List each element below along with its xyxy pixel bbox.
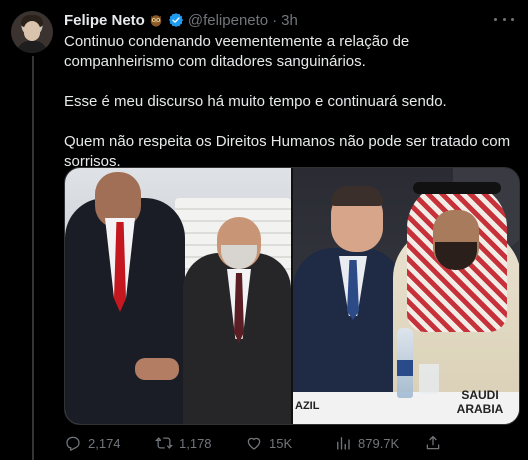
share-icon <box>426 435 440 450</box>
owl-emoji-icon <box>149 13 164 28</box>
handshake <box>135 358 179 380</box>
views-chart-icon <box>337 437 350 450</box>
header-separator: · <box>272 11 278 29</box>
glass <box>419 364 439 394</box>
tweet-actions: 2,174 1,178 15K 879.7K <box>64 433 516 453</box>
tweet-header: Felipe Neto @felipeneto · 3h <box>64 10 298 30</box>
author-handle[interactable]: @felipeneto <box>188 12 268 29</box>
tweet[interactable]: Felipe Neto @felipeneto · 3h Continuo co… <box>0 0 528 460</box>
nameplate-left: AZIL <box>295 400 320 412</box>
reply-button[interactable]: 2,174 <box>64 434 121 452</box>
share-button[interactable] <box>424 434 442 452</box>
like-button[interactable]: 15K <box>245 434 292 452</box>
avatar-body <box>17 41 47 53</box>
water-bottle <box>397 328 413 398</box>
more-options-icon[interactable] <box>494 12 514 26</box>
like-count: 15K <box>269 435 293 451</box>
retweet-button[interactable]: 1,178 <box>155 434 212 452</box>
author-name[interactable]: Felipe Neto <box>64 12 145 29</box>
avatar[interactable] <box>11 11 53 53</box>
reply-icon <box>66 436 80 452</box>
nameplate-right: SAUDI ARABIA <box>456 388 504 416</box>
retweet-count: 1,178 <box>179 435 212 451</box>
views-count: 879.7K <box>358 435 400 451</box>
heart-icon <box>247 437 261 450</box>
tweet-paragraph: Continuo condenando veementemente a rela… <box>64 33 414 70</box>
tweet-paragraph: Quem não respeita os Direitos Humanos nã… <box>64 133 515 170</box>
verified-badge-icon <box>168 12 184 28</box>
person-right <box>183 217 291 424</box>
tweet-text: Continuo condenando veementemente a rela… <box>64 32 514 172</box>
tweet-paragraph: Esse é meu discurso há muito tempo e con… <box>64 93 447 110</box>
handshake-photo[interactable] <box>65 168 291 424</box>
thread-line <box>32 56 34 460</box>
avatar-face <box>24 21 40 41</box>
reply-count: 2,174 <box>88 435 121 451</box>
tweet-media[interactable]: AZIL SAUDI ARABIA <box>64 167 520 425</box>
person-left <box>65 172 185 424</box>
meeting-photo[interactable]: AZIL SAUDI ARABIA <box>293 168 519 424</box>
retweet-icon <box>155 437 173 449</box>
views-button[interactable]: 879.7K <box>334 434 399 452</box>
tweet-timestamp[interactable]: 3h <box>281 12 298 29</box>
